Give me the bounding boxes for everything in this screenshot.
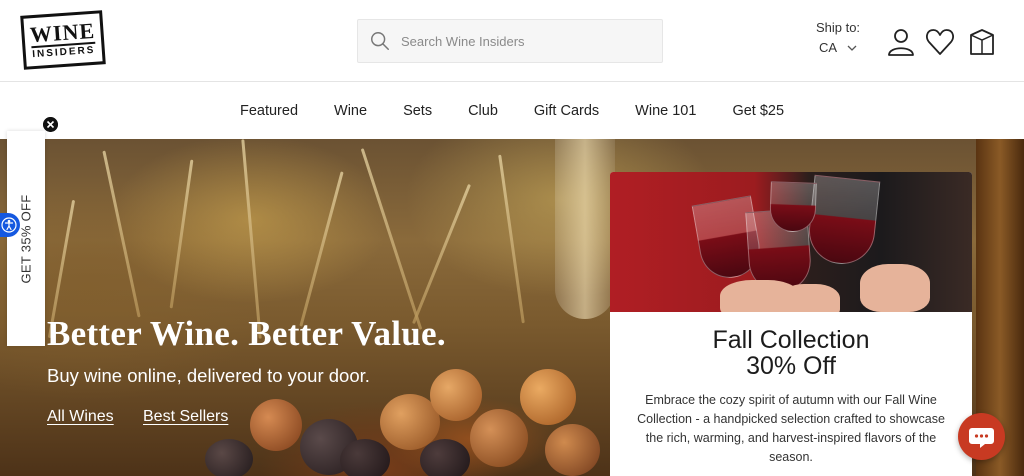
promo-title-line2: 30% Off [746, 352, 836, 380]
ship-to-selector[interactable]: Ship to: CA [808, 20, 868, 57]
promo-description: Embrace the cozy spirit of autumn with o… [637, 393, 945, 464]
search-input[interactable] [401, 33, 641, 49]
nav-item-gift-cards[interactable]: Gift Cards [534, 103, 599, 119]
promo-title: Fall Collection 30% Off [610, 327, 972, 379]
hero-subtitle: Buy wine online, delivered to your door. [47, 365, 370, 386]
nav-item-club[interactable]: Club [468, 103, 498, 119]
nav-item-get-25[interactable]: Get $25 [732, 103, 784, 119]
ship-to-value: CA [818, 40, 838, 55]
search-bar[interactable] [357, 19, 663, 63]
main-navigation: Featured Wine Sets Club Gift Cards Wine … [0, 82, 1024, 139]
cart-icon[interactable] [967, 27, 997, 57]
hero-title: Better Wine. Better Value. [47, 314, 446, 353]
account-icon[interactable] [886, 27, 916, 57]
get-35-off-tab[interactable]: GET 35% OFF [7, 131, 45, 346]
accessibility-button[interactable] [0, 213, 20, 237]
all-wines-link[interactable]: All Wines [47, 408, 114, 426]
best-sellers-link[interactable]: Best Sellers [143, 408, 228, 426]
side-tab-label: GET 35% OFF [18, 194, 34, 284]
wine-insiders-logo[interactable]: WINE INSIDERS [20, 10, 106, 70]
fall-collection-image [610, 172, 972, 312]
logo-line2: INSIDERS [31, 41, 96, 61]
site-header: WINE INSIDERS Ship to: CA [0, 0, 1024, 82]
chat-button[interactable] [958, 413, 1005, 460]
search-icon [371, 32, 389, 50]
nav-item-sets[interactable]: Sets [403, 103, 432, 119]
nav-item-wine-101[interactable]: Wine 101 [635, 103, 696, 119]
nav-item-featured[interactable]: Featured [240, 103, 298, 119]
nav-item-wine[interactable]: Wine [334, 103, 367, 119]
fall-collection-card[interactable]: Fall Collection 30% Off Embrace the cozy… [610, 172, 972, 476]
promo-title-line1: Fall Collection [712, 326, 870, 354]
hero-banner: Better Wine. Better Value. Buy wine onli… [0, 139, 1024, 476]
chevron-down-icon [847, 45, 857, 51]
heart-icon[interactable] [925, 27, 955, 57]
ship-to-label: Ship to: [815, 20, 861, 35]
accessibility-icon [1, 217, 17, 233]
close-icon[interactable] [43, 117, 58, 132]
chat-icon [969, 428, 994, 448]
ship-to-dropdown[interactable]: CA [819, 40, 857, 55]
